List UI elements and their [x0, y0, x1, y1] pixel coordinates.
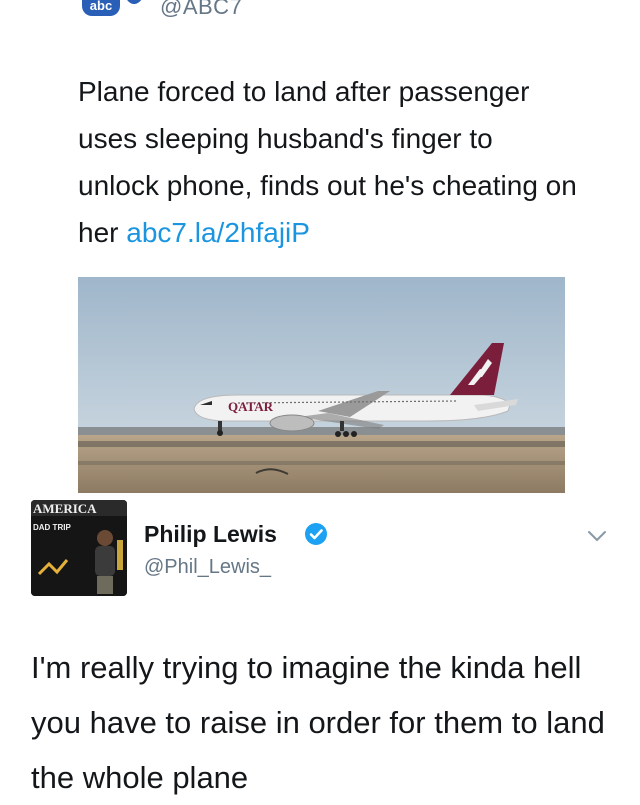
avatar-text-side: DAD TRIP: [33, 523, 71, 532]
author-handle[interactable]: @Phil_Lewis_: [144, 556, 271, 579]
airline-livery-text: QATAR: [228, 399, 274, 414]
avatar-image: AMERICA DAD TRIP: [31, 500, 127, 596]
quoted-tweet-link[interactable]: abc7.la/2hfajiP: [126, 217, 310, 248]
quoted-author-handle[interactable]: @ABC7: [160, 0, 242, 20]
quoted-tweet-header: abc @ABC7: [0, 0, 640, 22]
abc-logo-text: abc: [90, 0, 112, 13]
plane-photo: QATAR: [78, 277, 565, 493]
author-name[interactable]: Philip Lewis: [144, 521, 277, 548]
chevron-down-icon[interactable]: [586, 528, 608, 544]
quoted-tweet-text: Plane forced to land after passenger use…: [78, 68, 578, 256]
tweet-image-plane[interactable]: QATAR: [78, 277, 565, 493]
avatar[interactable]: AMERICA DAD TRIP: [31, 500, 127, 596]
abc7-logo-icon[interactable]: abc: [82, 0, 150, 18]
reply-tweet-text: I'm really trying to imagine the kinda h…: [31, 650, 605, 795]
verified-badge-icon: [305, 523, 327, 545]
avatar-text-top: AMERICA: [33, 501, 97, 516]
